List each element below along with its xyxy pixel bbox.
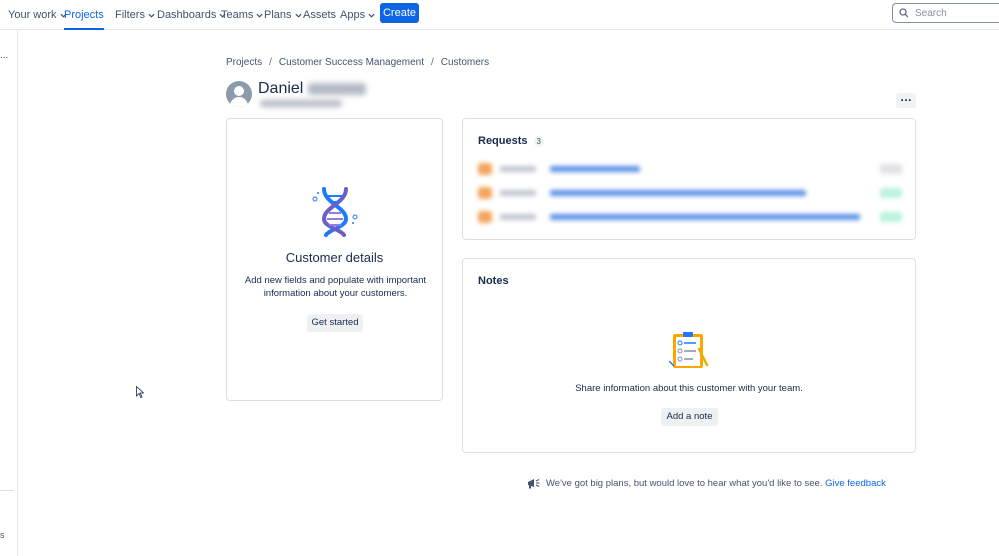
request-row[interactable] <box>478 162 902 176</box>
breadcrumb-separator: / <box>269 57 272 68</box>
mouse-cursor-icon <box>136 386 144 398</box>
redacted-request-summary <box>550 214 860 220</box>
chevron-down-icon <box>294 13 302 18</box>
nav-your-work-label: Your work <box>8 8 57 21</box>
sidebar-bottom-item[interactable]: s <box>0 530 5 540</box>
redacted-email <box>260 100 342 107</box>
breadcrumb: Projects / Customer Success Management /… <box>226 57 489 68</box>
notes-title: Notes <box>478 275 509 287</box>
megaphone-icon <box>528 479 540 489</box>
notes-card: Notes Share information about this custo… <box>462 258 916 453</box>
create-button[interactable]: Create <box>380 3 419 23</box>
nav-teams-label: Teams <box>221 8 254 21</box>
nav-filters-label: Filters <box>115 8 145 21</box>
feedback-banner: We've got big plans, but would love to h… <box>527 478 886 489</box>
redacted-request-status <box>880 164 902 174</box>
sidebar-divider <box>0 490 14 491</box>
redacted-request-key <box>500 166 536 172</box>
requests-card: Requests 3 <box>462 118 916 240</box>
get-started-button[interactable]: Get started <box>307 314 363 332</box>
requests-heading: Requests 3 <box>478 135 544 147</box>
customer-name: Daniel <box>258 80 367 98</box>
breadcrumb-projects[interactable]: Projects <box>226 57 262 68</box>
nav-your-work[interactable]: Your work <box>8 0 67 30</box>
request-type-icon <box>478 163 492 175</box>
requests-count-badge: 3 <box>533 135 544 147</box>
chevron-down-icon <box>148 13 155 18</box>
nav-projects[interactable]: Projects <box>64 0 104 30</box>
nav-dashboards-label: Dashboards <box>157 8 217 21</box>
nav-assets-label: Assets <box>303 8 337 21</box>
request-type-icon <box>478 211 492 223</box>
avatar <box>226 81 252 107</box>
breadcrumb-separator: / <box>430 57 434 68</box>
request-row[interactable] <box>478 210 902 224</box>
customer-details-title: Customer details <box>285 250 384 265</box>
nav-assets[interactable]: Assets <box>303 0 336 30</box>
request-type-icon <box>478 187 492 199</box>
nav-plans-label: Plans <box>264 8 292 21</box>
top-navigation: Your work Projects Filters Dashboards Te… <box>0 0 999 30</box>
redacted-request-status <box>880 212 902 222</box>
notes-description: Share information about this customer wi… <box>575 383 803 394</box>
more-actions-button[interactable]: … <box>896 91 916 108</box>
customer-first-name: Daniel <box>258 80 304 97</box>
search-placeholder: Search <box>915 7 947 19</box>
feedback-message: We've got big plans, but would love to h… <box>546 478 823 489</box>
sidebar-truncated-item[interactable]: ... <box>0 50 8 61</box>
chevron-down-icon <box>256 13 263 18</box>
notes-heading: Notes <box>478 275 509 287</box>
breadcrumb-project[interactable]: Customer Success Management <box>279 57 424 68</box>
nav-plans[interactable]: Plans <box>264 0 302 30</box>
add-note-button[interactable]: Add a note <box>661 408 718 426</box>
feedback-text: We've got big plans, but would love to h… <box>546 478 886 489</box>
redacted-request-summary <box>550 190 806 196</box>
search-icon <box>899 8 909 18</box>
request-row[interactable] <box>478 186 902 200</box>
give-feedback-link[interactable]: Give feedback <box>825 478 886 489</box>
redacted-last-name <box>308 83 367 95</box>
nav-projects-label: Projects <box>64 8 104 21</box>
dna-icon <box>312 187 358 237</box>
nav-dashboards[interactable]: Dashboards <box>157 0 226 30</box>
nav-teams[interactable]: Teams <box>221 0 263 30</box>
nav-apps[interactable]: Apps <box>340 0 375 30</box>
redacted-request-summary <box>550 166 640 172</box>
redacted-request-key <box>500 190 536 196</box>
search-input[interactable]: Search <box>892 3 999 23</box>
chevron-down-icon <box>368 13 375 18</box>
requests-title: Requests <box>478 135 528 147</box>
nav-filters[interactable]: Filters <box>115 0 155 30</box>
clipboard-icon <box>669 332 709 368</box>
customer-details-card: Customer details Add new fields and popu… <box>226 118 443 401</box>
redacted-request-status <box>880 188 902 198</box>
redacted-request-key <box>500 214 536 220</box>
breadcrumb-customers[interactable]: Customers <box>441 57 489 68</box>
nav-apps-label: Apps <box>340 8 366 21</box>
customer-details-description: Add new fields and populate with importa… <box>244 275 427 299</box>
left-sidebar: ... s <box>0 30 18 556</box>
